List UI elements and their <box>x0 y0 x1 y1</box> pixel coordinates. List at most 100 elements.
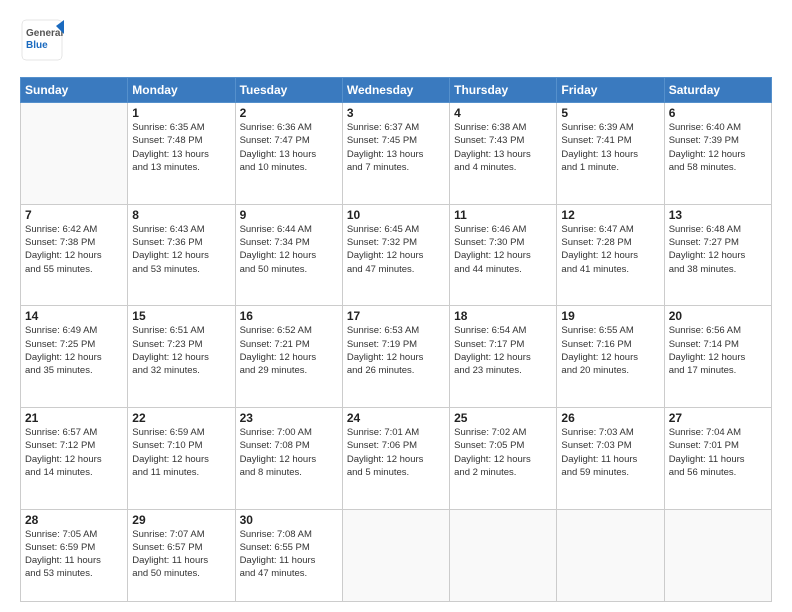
day-number: 14 <box>25 309 123 323</box>
day-number: 8 <box>132 208 230 222</box>
week-row-4: 21Sunrise: 6:57 AMSunset: 7:12 PMDayligh… <box>21 407 772 509</box>
cell-text: Sunrise: 6:59 AMSunset: 7:10 PMDaylight:… <box>132 426 230 479</box>
calendar-cell: 14Sunrise: 6:49 AMSunset: 7:25 PMDayligh… <box>21 306 128 408</box>
week-row-2: 7Sunrise: 6:42 AMSunset: 7:38 PMDaylight… <box>21 204 772 306</box>
cell-text: Sunrise: 6:39 AMSunset: 7:41 PMDaylight:… <box>561 121 659 174</box>
calendar-cell: 13Sunrise: 6:48 AMSunset: 7:27 PMDayligh… <box>664 204 771 306</box>
calendar-cell: 29Sunrise: 7:07 AMSunset: 6:57 PMDayligh… <box>128 509 235 601</box>
cell-text: Sunrise: 6:52 AMSunset: 7:21 PMDaylight:… <box>240 324 338 377</box>
calendar-cell: 9Sunrise: 6:44 AMSunset: 7:34 PMDaylight… <box>235 204 342 306</box>
day-number: 30 <box>240 513 338 527</box>
day-number: 21 <box>25 411 123 425</box>
cell-text: Sunrise: 6:46 AMSunset: 7:30 PMDaylight:… <box>454 223 552 276</box>
day-number: 15 <box>132 309 230 323</box>
calendar-cell: 20Sunrise: 6:56 AMSunset: 7:14 PMDayligh… <box>664 306 771 408</box>
cell-text: Sunrise: 6:38 AMSunset: 7:43 PMDaylight:… <box>454 121 552 174</box>
weekday-header-sunday: Sunday <box>21 78 128 103</box>
cell-text: Sunrise: 6:48 AMSunset: 7:27 PMDaylight:… <box>669 223 767 276</box>
calendar-cell: 15Sunrise: 6:51 AMSunset: 7:23 PMDayligh… <box>128 306 235 408</box>
calendar-cell: 10Sunrise: 6:45 AMSunset: 7:32 PMDayligh… <box>342 204 449 306</box>
calendar-cell: 30Sunrise: 7:08 AMSunset: 6:55 PMDayligh… <box>235 509 342 601</box>
cell-text: Sunrise: 7:00 AMSunset: 7:08 PMDaylight:… <box>240 426 338 479</box>
weekday-header-row: SundayMondayTuesdayWednesdayThursdayFrid… <box>21 78 772 103</box>
weekday-header-wednesday: Wednesday <box>342 78 449 103</box>
day-number: 1 <box>132 106 230 120</box>
calendar-cell: 16Sunrise: 6:52 AMSunset: 7:21 PMDayligh… <box>235 306 342 408</box>
cell-text: Sunrise: 7:05 AMSunset: 6:59 PMDaylight:… <box>25 528 123 581</box>
cell-text: Sunrise: 7:01 AMSunset: 7:06 PMDaylight:… <box>347 426 445 479</box>
calendar-cell <box>557 509 664 601</box>
cell-text: Sunrise: 7:08 AMSunset: 6:55 PMDaylight:… <box>240 528 338 581</box>
calendar-cell: 8Sunrise: 6:43 AMSunset: 7:36 PMDaylight… <box>128 204 235 306</box>
calendar-cell: 1Sunrise: 6:35 AMSunset: 7:48 PMDaylight… <box>128 103 235 205</box>
cell-text: Sunrise: 6:57 AMSunset: 7:12 PMDaylight:… <box>25 426 123 479</box>
logo: General Blue <box>20 18 64 67</box>
weekday-header-saturday: Saturday <box>664 78 771 103</box>
day-number: 26 <box>561 411 659 425</box>
day-number: 13 <box>669 208 767 222</box>
cell-text: Sunrise: 6:56 AMSunset: 7:14 PMDaylight:… <box>669 324 767 377</box>
cell-text: Sunrise: 6:47 AMSunset: 7:28 PMDaylight:… <box>561 223 659 276</box>
day-number: 20 <box>669 309 767 323</box>
calendar-cell: 6Sunrise: 6:40 AMSunset: 7:39 PMDaylight… <box>664 103 771 205</box>
weekday-header-tuesday: Tuesday <box>235 78 342 103</box>
day-number: 2 <box>240 106 338 120</box>
calendar-cell: 17Sunrise: 6:53 AMSunset: 7:19 PMDayligh… <box>342 306 449 408</box>
calendar-cell: 28Sunrise: 7:05 AMSunset: 6:59 PMDayligh… <box>21 509 128 601</box>
cell-text: Sunrise: 6:55 AMSunset: 7:16 PMDaylight:… <box>561 324 659 377</box>
cell-text: Sunrise: 7:04 AMSunset: 7:01 PMDaylight:… <box>669 426 767 479</box>
day-number: 10 <box>347 208 445 222</box>
calendar-cell: 19Sunrise: 6:55 AMSunset: 7:16 PMDayligh… <box>557 306 664 408</box>
calendar-cell: 2Sunrise: 6:36 AMSunset: 7:47 PMDaylight… <box>235 103 342 205</box>
calendar-cell: 27Sunrise: 7:04 AMSunset: 7:01 PMDayligh… <box>664 407 771 509</box>
day-number: 17 <box>347 309 445 323</box>
day-number: 24 <box>347 411 445 425</box>
cell-text: Sunrise: 6:53 AMSunset: 7:19 PMDaylight:… <box>347 324 445 377</box>
calendar-cell: 7Sunrise: 6:42 AMSunset: 7:38 PMDaylight… <box>21 204 128 306</box>
cell-text: Sunrise: 7:02 AMSunset: 7:05 PMDaylight:… <box>454 426 552 479</box>
cell-text: Sunrise: 6:45 AMSunset: 7:32 PMDaylight:… <box>347 223 445 276</box>
day-number: 11 <box>454 208 552 222</box>
day-number: 16 <box>240 309 338 323</box>
day-number: 25 <box>454 411 552 425</box>
cell-text: Sunrise: 6:43 AMSunset: 7:36 PMDaylight:… <box>132 223 230 276</box>
calendar-cell: 18Sunrise: 6:54 AMSunset: 7:17 PMDayligh… <box>450 306 557 408</box>
cell-text: Sunrise: 6:36 AMSunset: 7:47 PMDaylight:… <box>240 121 338 174</box>
weekday-header-friday: Friday <box>557 78 664 103</box>
calendar-cell: 25Sunrise: 7:02 AMSunset: 7:05 PMDayligh… <box>450 407 557 509</box>
calendar-cell: 3Sunrise: 6:37 AMSunset: 7:45 PMDaylight… <box>342 103 449 205</box>
cell-text: Sunrise: 6:44 AMSunset: 7:34 PMDaylight:… <box>240 223 338 276</box>
day-number: 7 <box>25 208 123 222</box>
page: General Blue SundayMondayTuesdayWednesda… <box>0 0 792 612</box>
calendar-cell: 21Sunrise: 6:57 AMSunset: 7:12 PMDayligh… <box>21 407 128 509</box>
day-number: 22 <box>132 411 230 425</box>
svg-text:Blue: Blue <box>26 40 48 51</box>
logo-icon: General Blue <box>20 18 64 62</box>
day-number: 12 <box>561 208 659 222</box>
weekday-header-thursday: Thursday <box>450 78 557 103</box>
cell-text: Sunrise: 6:54 AMSunset: 7:17 PMDaylight:… <box>454 324 552 377</box>
calendar-cell: 23Sunrise: 7:00 AMSunset: 7:08 PMDayligh… <box>235 407 342 509</box>
calendar-cell: 22Sunrise: 6:59 AMSunset: 7:10 PMDayligh… <box>128 407 235 509</box>
day-number: 19 <box>561 309 659 323</box>
day-number: 5 <box>561 106 659 120</box>
cell-text: Sunrise: 7:03 AMSunset: 7:03 PMDaylight:… <box>561 426 659 479</box>
week-row-3: 14Sunrise: 6:49 AMSunset: 7:25 PMDayligh… <box>21 306 772 408</box>
calendar-cell: 11Sunrise: 6:46 AMSunset: 7:30 PMDayligh… <box>450 204 557 306</box>
day-number: 4 <box>454 106 552 120</box>
week-row-1: 1Sunrise: 6:35 AMSunset: 7:48 PMDaylight… <box>21 103 772 205</box>
calendar-table: SundayMondayTuesdayWednesdayThursdayFrid… <box>20 77 772 602</box>
calendar-cell: 26Sunrise: 7:03 AMSunset: 7:03 PMDayligh… <box>557 407 664 509</box>
cell-text: Sunrise: 6:37 AMSunset: 7:45 PMDaylight:… <box>347 121 445 174</box>
calendar-cell: 24Sunrise: 7:01 AMSunset: 7:06 PMDayligh… <box>342 407 449 509</box>
calendar-cell <box>664 509 771 601</box>
day-number: 9 <box>240 208 338 222</box>
day-number: 27 <box>669 411 767 425</box>
calendar-cell <box>342 509 449 601</box>
day-number: 23 <box>240 411 338 425</box>
cell-text: Sunrise: 7:07 AMSunset: 6:57 PMDaylight:… <box>132 528 230 581</box>
calendar-cell <box>21 103 128 205</box>
day-number: 18 <box>454 309 552 323</box>
calendar-cell: 5Sunrise: 6:39 AMSunset: 7:41 PMDaylight… <box>557 103 664 205</box>
week-row-5: 28Sunrise: 7:05 AMSunset: 6:59 PMDayligh… <box>21 509 772 601</box>
